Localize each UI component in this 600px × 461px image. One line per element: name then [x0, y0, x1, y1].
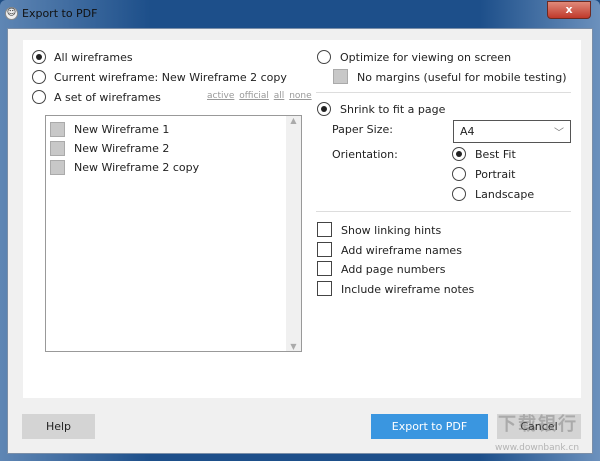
label-current-wireframe: Current wireframe: New Wireframe 2 copy — [54, 71, 287, 84]
label-all-wireframes: All wireframes — [54, 51, 133, 64]
checkbox[interactable] — [50, 160, 65, 175]
filter-links: active official all none — [205, 91, 312, 101]
label-best-fit: Best Fit — [475, 148, 516, 161]
radio-all-wireframes[interactable] — [32, 50, 46, 64]
close-button[interactable]: x — [547, 1, 591, 19]
export-button[interactable]: Export to PDF — [371, 414, 488, 439]
scroll-up-icon[interactable]: ▲ — [286, 116, 301, 125]
app-icon: ☺ — [5, 7, 18, 20]
radio-set-of-wireframes[interactable] — [32, 90, 46, 104]
wireframe-list: New Wireframe 1 New Wireframe 2 New Wire… — [45, 115, 302, 352]
checkbox-no-margins[interactable] — [333, 69, 348, 84]
label-no-margins: No margins (useful for mobile testing) — [357, 71, 567, 84]
radio-portrait[interactable] — [452, 167, 466, 181]
chevron-down-icon: ﹀ — [554, 128, 564, 139]
watermark-url: www.downbank.cn — [495, 443, 580, 453]
radio-best-fit[interactable] — [452, 147, 466, 161]
filter-all[interactable]: all — [274, 91, 285, 101]
list-scrollbar[interactable]: ▲ ▼ — [286, 116, 301, 351]
divider — [316, 92, 571, 93]
radio-optimize-screen[interactable] — [317, 50, 331, 64]
dialog-window: ☺ Export to PDF x All wireframes Current… — [0, 0, 600, 461]
checkbox-wireframe-notes[interactable] — [317, 281, 332, 296]
checkbox[interactable] — [50, 141, 65, 156]
label-orientation: Orientation: — [332, 148, 398, 161]
filter-none[interactable]: none — [289, 91, 311, 101]
radio-shrink-fit[interactable] — [317, 102, 331, 116]
checkbox[interactable] — [50, 122, 65, 137]
help-button[interactable]: Help — [22, 414, 95, 439]
label-linking-hints: Show linking hints — [341, 224, 442, 237]
label-landscape: Landscape — [475, 188, 535, 201]
window-title: Export to PDF — [22, 7, 98, 20]
radio-landscape[interactable] — [452, 187, 466, 201]
paper-size-select[interactable]: A4 ﹀ — [453, 120, 571, 143]
label-page-numbers: Add page numbers — [341, 263, 446, 276]
paper-size-value: A4 — [460, 125, 475, 138]
label-portrait: Portrait — [475, 168, 516, 181]
checkbox-page-numbers[interactable] — [317, 261, 332, 276]
filter-official[interactable]: official — [239, 91, 269, 101]
label-optimize-screen: Optimize for viewing on screen — [340, 51, 512, 64]
divider — [316, 211, 571, 212]
filter-active[interactable]: active — [207, 91, 234, 101]
label-set-of-wireframes: A set of wireframes — [54, 91, 161, 104]
label-wireframe-names: Add wireframe names — [341, 244, 462, 257]
label-paper-size: Paper Size: — [332, 123, 393, 136]
checkbox-wireframe-names[interactable] — [317, 242, 332, 257]
scroll-down-icon[interactable]: ▼ — [286, 342, 301, 351]
checkbox-linking-hints[interactable] — [317, 222, 332, 237]
radio-current-wireframe[interactable] — [32, 70, 46, 84]
label-shrink-fit: Shrink to fit a page — [340, 103, 446, 116]
dialog-body: All wireframes Current wireframe: New Wi… — [7, 28, 593, 454]
options-panel: All wireframes Current wireframe: New Wi… — [23, 40, 581, 398]
watermark-logo: 下载银行 — [498, 414, 578, 435]
label-wireframe-notes: Include wireframe notes — [341, 283, 475, 296]
